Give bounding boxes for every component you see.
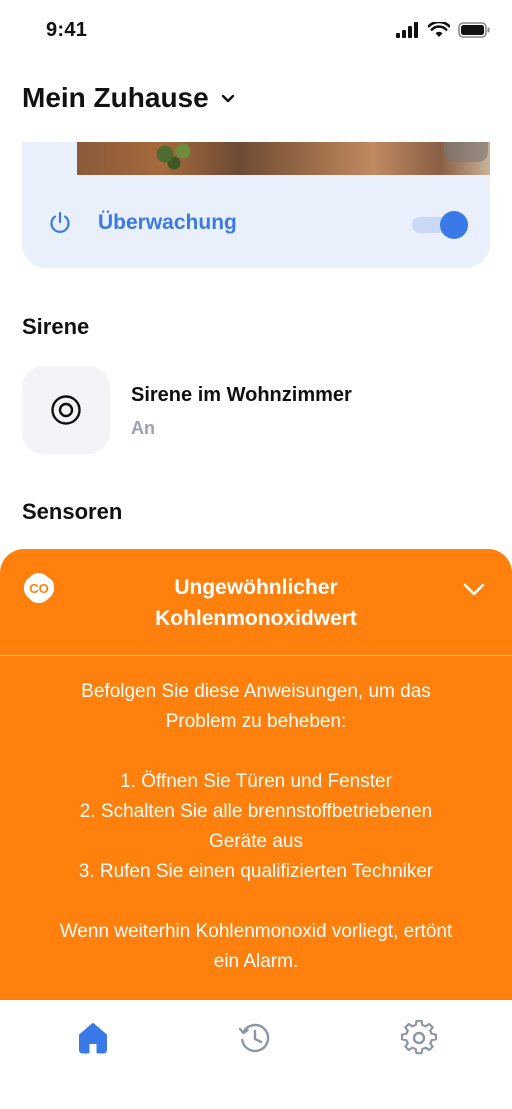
chevron-down-icon[interactable] [462, 577, 486, 601]
alert-title-line: Ungewöhnlicher [174, 576, 338, 599]
monitoring-row: Überwachung [22, 175, 490, 268]
status-bar: 9:41 [0, 0, 512, 64]
toggle-knob [440, 211, 468, 239]
co-alert-sheet: CO Ungewöhnlicher Kohlenmonoxidwert Befo… [0, 549, 512, 1000]
tab-bar [0, 1000, 512, 1109]
siren-icon [51, 395, 81, 425]
power-icon [50, 211, 70, 233]
alert-step: 2. Schalten Sie alle brennstoffbetrieben… [79, 801, 433, 822]
settings-icon[interactable] [401, 1020, 437, 1056]
siren-icon-box [22, 366, 110, 454]
alert-step: 1. Öffnen Sie Türen und Fenster [120, 771, 392, 792]
wifi-icon [428, 22, 450, 37]
alert-title: Ungewöhnlicher Kohlenmonoxidwert [90, 572, 422, 634]
home-selector[interactable]: Mein Zuhause [22, 82, 237, 114]
section-title-sensors: Sensoren [22, 499, 123, 524]
section-title-siren: Sirene [22, 314, 90, 339]
camera-preview-plant [147, 142, 207, 172]
alert-footer: ein Alarm. [213, 951, 299, 972]
cellular-signal-icon [396, 22, 418, 38]
siren-list-item[interactable]: Sirene im Wohnzimmer An [22, 366, 490, 454]
alert-title-line: Kohlenmonoxidwert [155, 607, 357, 630]
divider [0, 655, 512, 656]
co-badge-icon: CO [24, 573, 54, 603]
alert-step: Geräte aus [209, 831, 303, 852]
page-title: Mein Zuhause [22, 82, 209, 113]
status-icons [396, 22, 490, 38]
camera-preview[interactable] [77, 142, 490, 175]
status-time: 9:41 [46, 19, 88, 41]
monitoring-toggle[interactable] [412, 209, 468, 239]
alert-intro: Befolgen Sie diese Anweisungen, um das [81, 681, 431, 702]
battery-icon [458, 22, 490, 38]
alert-instructions: Befolgen Sie diese Anweisungen, um das P… [20, 677, 492, 977]
history-icon[interactable] [237, 1020, 273, 1056]
alert-intro: Problem zu beheben: [165, 711, 347, 732]
monitoring-label: Überwachung [98, 211, 237, 234]
siren-status: An [131, 418, 155, 438]
chevron-down-icon [221, 94, 234, 103]
camera-card: Überwachung [22, 142, 490, 268]
fullscreen-icon[interactable] [444, 142, 488, 162]
alert-step: 3. Rufen Sie einen qualifizierten Techni… [78, 861, 434, 882]
co-badge-text: CO [29, 581, 49, 596]
home-icon[interactable] [75, 1020, 111, 1056]
alert-footer: Wenn weiterhin Kohlenmonoxid vorliegt, e… [59, 921, 453, 942]
siren-name: Sirene im Wohnzimmer [131, 384, 352, 406]
